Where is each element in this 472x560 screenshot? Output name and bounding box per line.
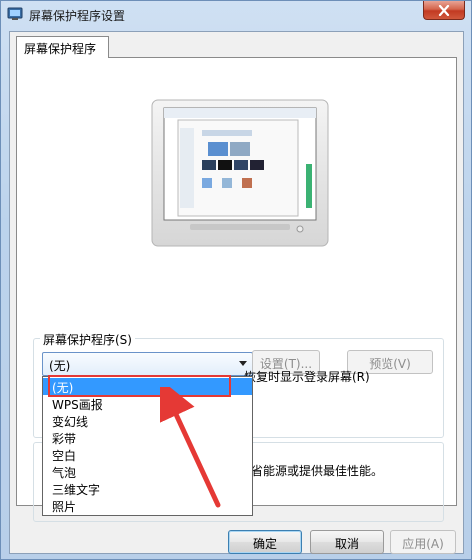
resume-logon-label[interactable]: 恢复时显示登录屏幕(R)	[244, 368, 370, 385]
screensaver-select-value: (无)	[49, 359, 71, 373]
window-title: 屏幕保护程序设置	[29, 9, 126, 23]
chevron-down-icon	[239, 361, 247, 366]
power-text: 省能源或提供最佳性能。	[251, 464, 384, 478]
close-icon	[438, 4, 450, 16]
apply-button[interactable]: 应用(A)	[390, 530, 456, 554]
screensaver-settings-icon	[7, 7, 23, 20]
tab-screensaver[interactable]: 屏幕保护程序	[16, 36, 109, 58]
tab-label: 屏幕保护程序	[24, 42, 97, 56]
screensaver-group-label: 屏幕保护程序(S)	[40, 331, 135, 348]
monitor-preview	[151, 99, 329, 247]
screensaver-select[interactable]: (无)	[42, 352, 253, 376]
dialog-window: 屏幕保护程序设置 屏幕保护程序 屏幕保护程序(S) 省能源或提供最佳性能。 (无…	[0, 0, 472, 560]
cancel-button[interactable]: 取消	[310, 530, 384, 554]
close-button[interactable]	[423, 1, 465, 20]
annotation-arrow-icon	[160, 387, 221, 508]
ok-button[interactable]: 确定	[228, 530, 302, 554]
dialog-client: 屏幕保护程序 屏幕保护程序(S) 省能源或提供最佳性能。 (无) 设置(T)..…	[9, 31, 464, 554]
title-bar[interactable]: 屏幕保护程序设置	[1, 1, 471, 29]
